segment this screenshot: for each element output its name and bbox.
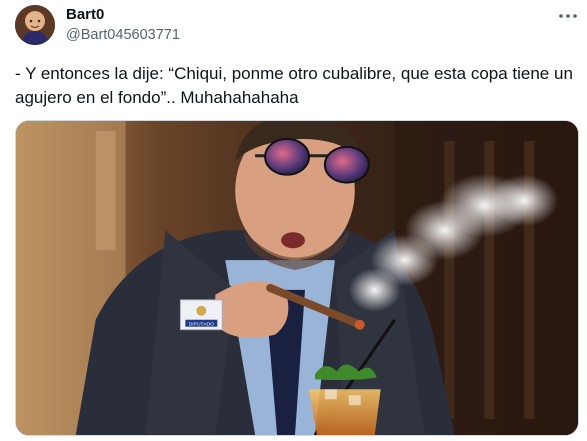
author-avatar[interactable] [15, 5, 55, 45]
more-options-button[interactable] [556, 6, 580, 26]
tweet-media-image[interactable]: DIPUTADO [15, 120, 579, 436]
avatar-photo-icon [15, 5, 55, 45]
author-name[interactable]: Bart0 [66, 6, 104, 23]
tweet-text: - Y entonces la dije: “Chiqui, ponme otr… [15, 64, 573, 107]
more-dots-icon [559, 14, 577, 18]
tweet-card[interactable]: Bart0 @Bart045603771 - Y entonces la dij… [0, 0, 587, 441]
badge-label: DIPUTADO [189, 322, 214, 328]
author-handle[interactable]: @Bart045603771 [66, 27, 180, 43]
media-photo: DIPUTADO [16, 121, 578, 435]
